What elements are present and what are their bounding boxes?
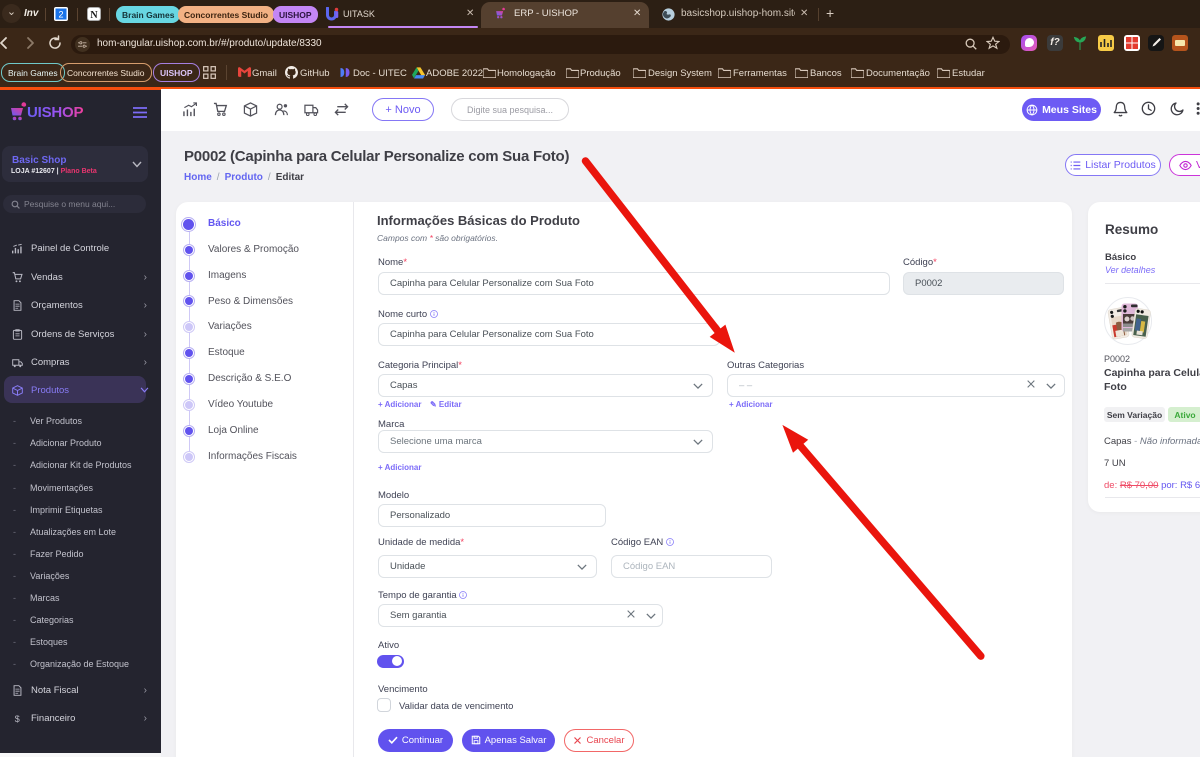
svg-text:N: N	[90, 10, 98, 21]
svg-text:$: $	[15, 713, 20, 723]
svg-text:2: 2	[58, 10, 63, 20]
